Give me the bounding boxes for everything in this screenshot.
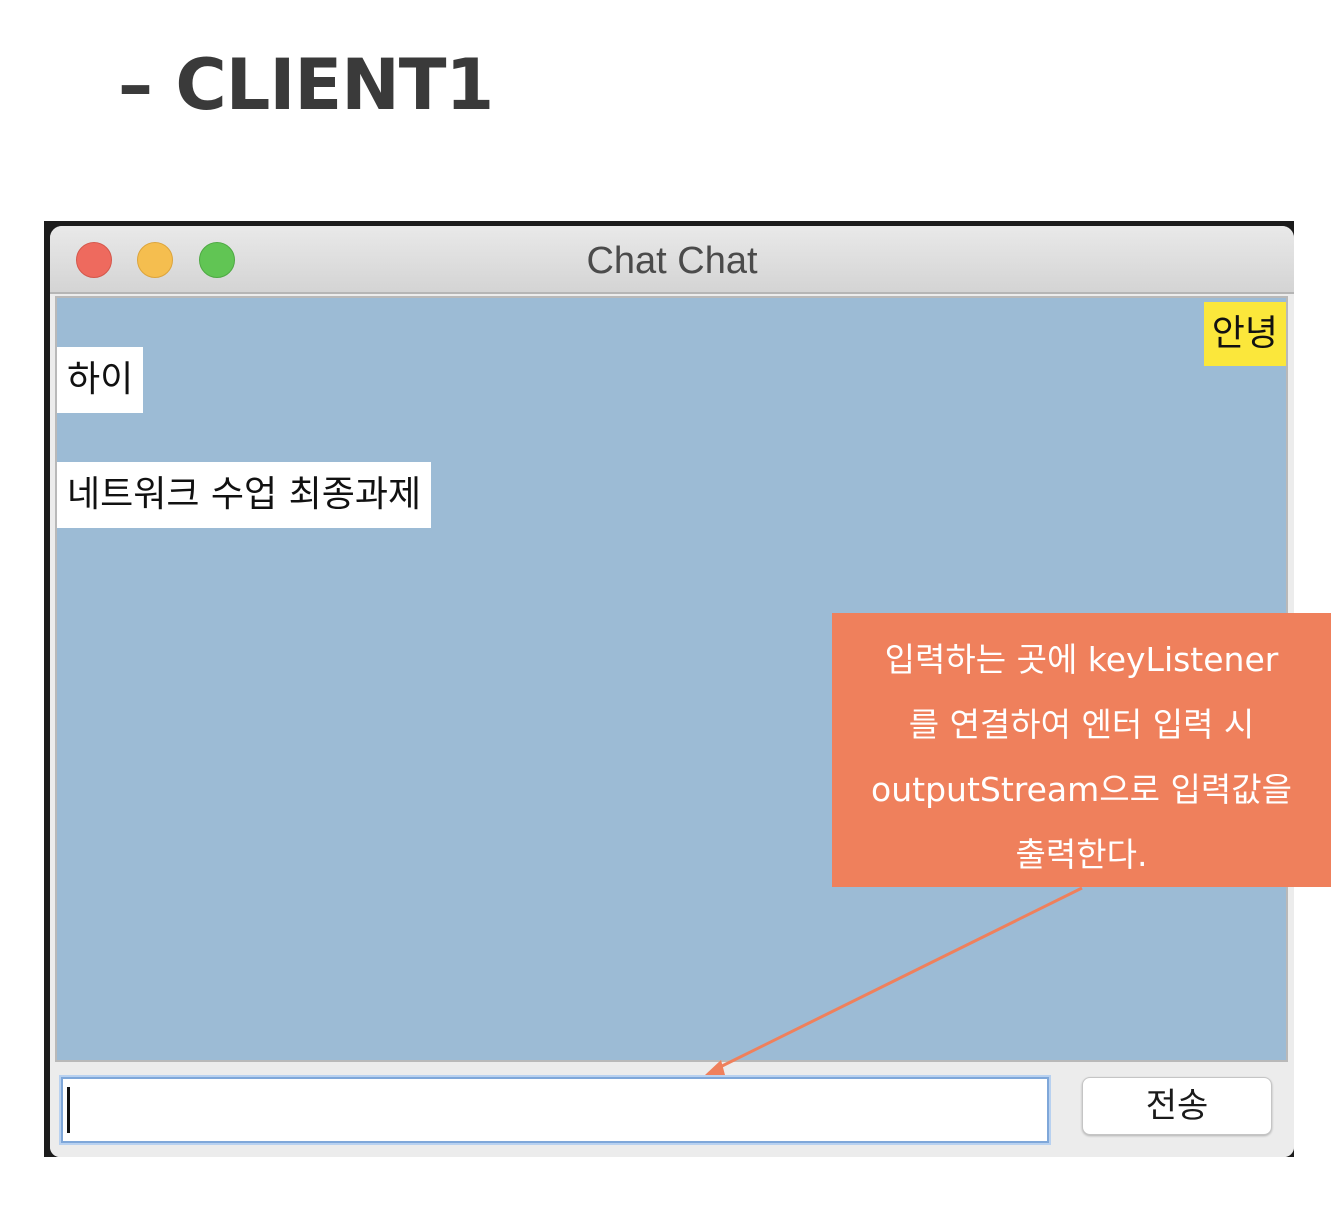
callout-arrow <box>705 886 1083 1075</box>
callout-text-line: 를 연결하여 엔터 입력 시 <box>908 705 1255 744</box>
callout-text-line: 입력하는 곳에 keyListener <box>884 640 1279 679</box>
callout-arrow-line <box>717 886 1083 1070</box>
annotation-callout: 입력하는 곳에 keyListener 를 연결하여 엔터 입력 시 outpu… <box>832 613 1331 887</box>
callout-arrow-head <box>705 1060 725 1075</box>
callout-text-line: outputStream으로 입력값을 <box>871 770 1292 809</box>
callout-text-line: 출력한다. <box>1015 835 1148 874</box>
